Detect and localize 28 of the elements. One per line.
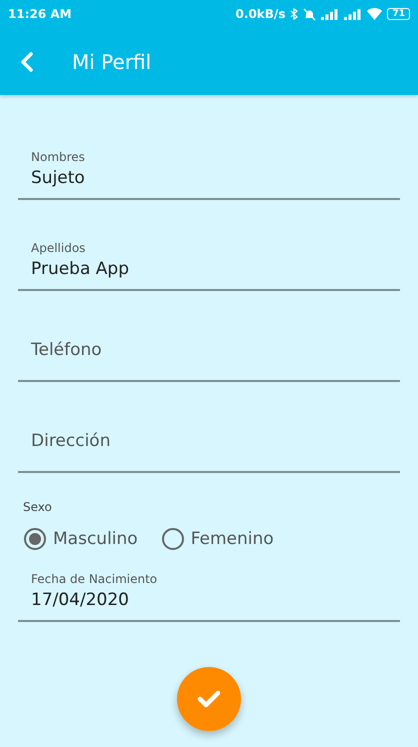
signal-icon <box>321 8 340 20</box>
radio-icon[interactable] <box>24 528 46 550</box>
bell-off-icon <box>303 8 316 20</box>
wifi-icon <box>367 8 382 20</box>
text-field[interactable]: Apellidos Prueba App <box>18 203 400 291</box>
battery-icon: 71 <box>387 8 410 20</box>
field-value: Sujeto <box>31 168 86 188</box>
field-label: Nombres <box>31 150 86 164</box>
signal-icon <box>344 8 362 20</box>
radio-option[interactable]: Masculino <box>24 528 138 550</box>
field-value: Prueba App <box>31 259 130 279</box>
clock: 11:26 AM <box>8 7 72 21</box>
field-label: Fecha de Nacimiento <box>31 572 158 586</box>
text-field[interactable]: Nombres Sujeto <box>18 112 400 200</box>
text-field[interactable]: Teléfono <box>18 294 400 382</box>
check-icon <box>197 690 221 708</box>
field-label: Apellidos <box>31 241 86 255</box>
radio-option[interactable]: Femenino <box>162 528 274 550</box>
screen-title: Mi Perfil <box>72 50 152 74</box>
field-placeholder: Teléfono <box>31 340 103 360</box>
bluetooth-icon <box>290 8 298 20</box>
text-field[interactable]: Dirección <box>18 385 400 473</box>
date-field[interactable]: Fecha de Nacimiento 17/04/2020 <box>18 550 400 622</box>
section-label: Sexo <box>23 500 53 514</box>
field-value: 17/04/2020 <box>31 590 130 610</box>
radio-icon[interactable] <box>162 528 184 550</box>
field-placeholder: Dirección <box>31 431 112 451</box>
network-speed: 0.0kB/s <box>236 7 286 21</box>
